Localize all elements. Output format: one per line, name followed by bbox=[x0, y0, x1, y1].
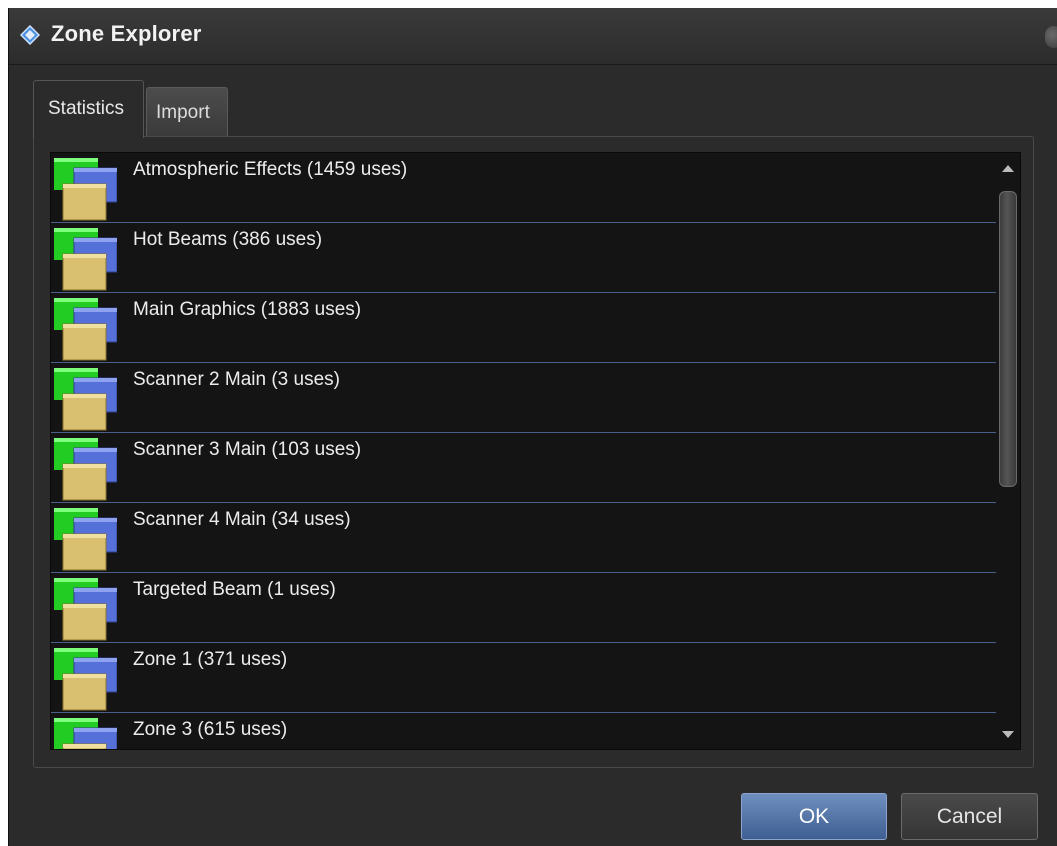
layers-icon bbox=[54, 438, 118, 502]
list-item[interactable]: Scanner 4 Main (34 uses) bbox=[51, 503, 997, 573]
list-item[interactable]: Zone 3 (615 uses) bbox=[51, 713, 997, 749]
layers-icon bbox=[54, 158, 118, 222]
vertical-scrollbar[interactable] bbox=[996, 153, 1020, 749]
tab-statistics[interactable]: Statistics bbox=[33, 80, 144, 138]
layers-icon bbox=[54, 508, 118, 572]
window-title: Zone Explorer bbox=[51, 21, 202, 46]
zone-explorer-window: Zone Explorer Statistics Import Zone 3 (… bbox=[8, 8, 1057, 846]
list-item[interactable]: Scanner 2 Main (3 uses) bbox=[51, 363, 997, 433]
scroll-thumb[interactable] bbox=[999, 191, 1017, 487]
list-item[interactable]: Zone 1 (371 uses) bbox=[51, 643, 997, 713]
list-item-label: Hot Beams (386 uses) bbox=[133, 229, 323, 250]
list-item-label: Atmospheric Effects (1459 uses) bbox=[133, 159, 408, 180]
layers-icon bbox=[54, 298, 118, 362]
diamond-icon bbox=[20, 25, 40, 45]
list-item-label: Zone 1 (371 uses) bbox=[133, 649, 288, 670]
ok-button[interactable]: OK bbox=[741, 793, 887, 840]
list-item[interactable]: Main Graphics (1883 uses) bbox=[51, 293, 997, 363]
layers-icon bbox=[54, 228, 118, 292]
list-item[interactable]: Hot Beams (386 uses) bbox=[51, 223, 997, 293]
list-item-label: Main Graphics (1883 uses) bbox=[133, 299, 362, 320]
list-item-label: Zone 3 (615 uses) bbox=[133, 719, 288, 740]
layers-icon bbox=[54, 718, 118, 749]
list-item-label: Scanner 4 Main (34 uses) bbox=[133, 509, 351, 530]
list-item-label: Scanner 2 Main (3 uses) bbox=[133, 369, 340, 390]
statistics-panel: Zone 3 (615 uses) Zone 1 (371 uses) Target… bbox=[33, 136, 1034, 768]
scroll-down-arrow-icon[interactable] bbox=[996, 723, 1020, 745]
layers-icon bbox=[54, 648, 118, 712]
tab-import[interactable]: Import bbox=[146, 87, 228, 138]
list-item[interactable]: Atmospheric Effects (1459 uses) bbox=[51, 153, 997, 223]
list-item-label: Scanner 3 Main (103 uses) bbox=[133, 439, 362, 460]
title-bar: Zone Explorer bbox=[9, 8, 1057, 65]
list-item[interactable]: Targeted Beam (1 uses) bbox=[51, 573, 997, 643]
list-item[interactable]: Scanner 3 Main (103 uses) bbox=[51, 433, 997, 503]
layers-icon bbox=[54, 368, 118, 432]
layers-icon bbox=[54, 578, 118, 642]
zone-list[interactable]: Zone 3 (615 uses) Zone 1 (371 uses) Target… bbox=[50, 152, 1021, 750]
window-control-knob[interactable] bbox=[1045, 26, 1057, 48]
list-item-label: Targeted Beam (1 uses) bbox=[133, 579, 336, 600]
cancel-button[interactable]: Cancel bbox=[901, 793, 1038, 840]
scroll-up-arrow-icon[interactable] bbox=[996, 157, 1020, 179]
